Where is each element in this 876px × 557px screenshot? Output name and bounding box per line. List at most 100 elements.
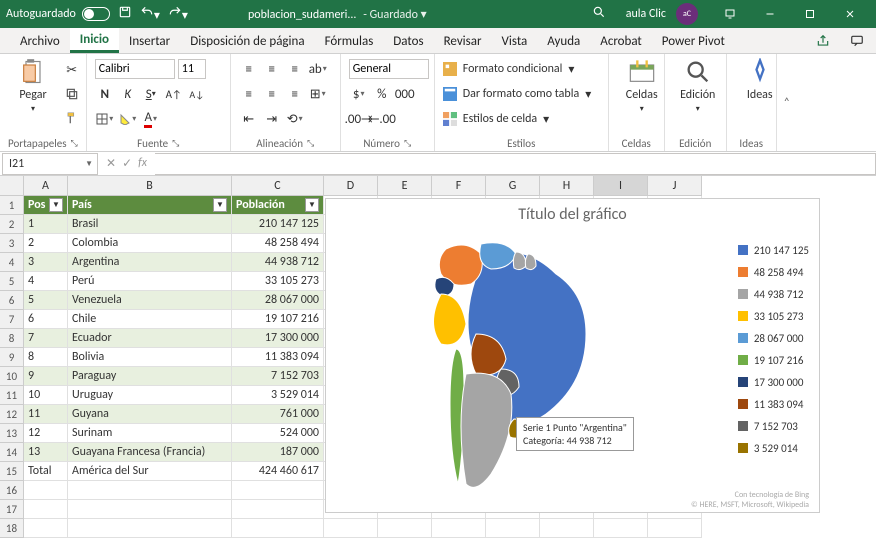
align-left-icon[interactable]: ≡ (239, 84, 259, 104)
user-name[interactable]: aula Clic (626, 7, 666, 21)
legend-item[interactable]: 3 529 014 (738, 437, 809, 459)
legend-item[interactable]: 44 938 712 (738, 283, 809, 305)
table-cell[interactable]: 4 (24, 272, 68, 291)
percent-icon[interactable]: % (372, 84, 392, 104)
cell[interactable] (24, 481, 68, 500)
table-cell[interactable]: 7 (24, 329, 68, 348)
increase-font-icon[interactable]: A↑ (164, 84, 184, 104)
table-cell[interactable]: Ecuador (68, 329, 232, 348)
row-header[interactable]: 6 (0, 291, 24, 310)
spreadsheet-grid[interactable]: ABCDEFGHIJ 123456789101112131415161718Po… (0, 176, 876, 557)
tab-acrobat[interactable]: Acrobat (590, 30, 652, 53)
cell[interactable] (232, 500, 324, 519)
row-header[interactable]: 10 (0, 367, 24, 386)
table-cell[interactable]: 9 (24, 367, 68, 386)
cell[interactable] (432, 519, 486, 538)
table-cell[interactable]: 7 152 703 (232, 367, 324, 386)
row-header[interactable]: 12 (0, 405, 24, 424)
cell[interactable] (232, 519, 324, 538)
table-header-país[interactable]: País▼ (68, 196, 232, 215)
table-cell[interactable]: 19 107 216 (232, 310, 324, 329)
legend-item[interactable]: 28 067 000 (738, 327, 809, 349)
tab-disposición-de-página[interactable]: Disposición de página (180, 30, 314, 53)
undo-icon[interactable]: ▾ (140, 5, 160, 23)
name-box[interactable]: I21▼ (2, 153, 98, 175)
row-header[interactable]: 15 (0, 462, 24, 481)
col-header-J[interactable]: J (648, 176, 702, 196)
avatar[interactable]: aC (676, 3, 698, 25)
legend-item[interactable]: 11 383 094 (738, 393, 809, 415)
table-cell[interactable]: América del Sur (68, 462, 232, 481)
filter-icon[interactable]: ▼ (213, 198, 227, 212)
cell[interactable] (378, 519, 432, 538)
align-middle-icon[interactable]: ≡ (262, 59, 282, 79)
dialog-launcher-icon[interactable]: ⤡ (404, 138, 411, 149)
row-header[interactable]: 16 (0, 481, 24, 500)
table-cell[interactable]: 187 000 (232, 443, 324, 462)
dialog-launcher-icon[interactable]: ⤡ (307, 138, 314, 149)
underline-icon[interactable]: S▾ (141, 84, 161, 104)
chart-map[interactable] (386, 234, 646, 504)
tab-power-pivot[interactable]: Power Pivot (652, 30, 735, 53)
cell-styles-button[interactable]: Estilos de celda▾ (443, 108, 600, 130)
decrease-font-icon[interactable]: A↓ (187, 84, 207, 104)
col-header-H[interactable]: H (540, 176, 594, 196)
orientation-icon[interactable]: ⟲ (285, 109, 305, 129)
table-cell[interactable]: Bolivia (68, 348, 232, 367)
tab-inicio[interactable]: Inicio (70, 28, 119, 53)
select-all-corner[interactable] (0, 176, 24, 196)
wrap-text-icon[interactable]: ab (308, 59, 328, 79)
legend-item[interactable]: 17 300 000 (738, 371, 809, 393)
row-header[interactable]: 8 (0, 329, 24, 348)
table-cell[interactable]: 44 938 712 (232, 253, 324, 272)
table-cell[interactable]: Guayana Francesa (Francia) (68, 443, 232, 462)
table-cell[interactable]: 11 383 094 (232, 348, 324, 367)
table-cell[interactable]: 8 (24, 348, 68, 367)
legend-item[interactable]: 7 152 703 (738, 415, 809, 437)
cell[interactable] (68, 481, 232, 500)
cell[interactable] (24, 519, 68, 538)
minimize-icon[interactable] (750, 0, 790, 28)
cell[interactable] (68, 519, 232, 538)
table-cell[interactable]: 210 147 125 (232, 215, 324, 234)
table-cell[interactable]: 3 (24, 253, 68, 272)
table-cell[interactable]: 3 529 014 (232, 386, 324, 405)
row-header[interactable]: 14 (0, 443, 24, 462)
decrease-indent-icon[interactable]: ⇤ (239, 109, 259, 129)
table-cell[interactable]: 48 258 494 (232, 234, 324, 253)
editing-button[interactable]: Edición▾ (673, 58, 723, 114)
table-cell[interactable]: Brasil (68, 215, 232, 234)
cut-icon[interactable]: ✂ (62, 60, 82, 80)
autosave-toggle[interactable]: Autoguardado (6, 7, 110, 21)
ideas-button[interactable]: Ideas (735, 58, 785, 102)
legend-item[interactable]: 19 107 216 (738, 349, 809, 371)
format-as-table-button[interactable]: Dar formato como tabla▾ (443, 83, 600, 105)
maximize-icon[interactable] (790, 0, 830, 28)
col-header-I[interactable]: I (594, 176, 648, 196)
document-name[interactable]: poblacion_sudameri... - Guardado ▾ (248, 7, 427, 22)
dialog-launcher-icon[interactable]: ⤡ (71, 138, 78, 149)
table-cell[interactable]: 11 (24, 405, 68, 424)
tab-insertar[interactable]: Insertar (119, 30, 180, 53)
filter-icon[interactable]: ▼ (49, 198, 63, 212)
fx-icon[interactable]: fx (138, 156, 147, 171)
filter-icon[interactable]: ▼ (305, 198, 319, 212)
tab-vista[interactable]: Vista (492, 30, 538, 53)
table-cell[interactable]: Colombia (68, 234, 232, 253)
increase-indent-icon[interactable]: ⇥ (262, 109, 282, 129)
tab-ayuda[interactable]: Ayuda (537, 30, 590, 53)
table-cell[interactable]: Perú (68, 272, 232, 291)
comments-icon[interactable] (842, 29, 872, 53)
cell[interactable] (232, 481, 324, 500)
col-header-F[interactable]: F (432, 176, 486, 196)
legend-item[interactable]: 210 147 125 (738, 239, 809, 261)
align-right-icon[interactable]: ≡ (285, 84, 305, 104)
close-icon[interactable] (830, 0, 870, 28)
cell[interactable] (24, 500, 68, 519)
format-painter-icon[interactable] (62, 108, 82, 128)
font-color-icon[interactable]: A (141, 109, 161, 129)
tab-revisar[interactable]: Revisar (434, 30, 492, 53)
col-header-E[interactable]: E (378, 176, 432, 196)
table-cell[interactable]: 12 (24, 424, 68, 443)
search-icon[interactable] (592, 5, 606, 23)
